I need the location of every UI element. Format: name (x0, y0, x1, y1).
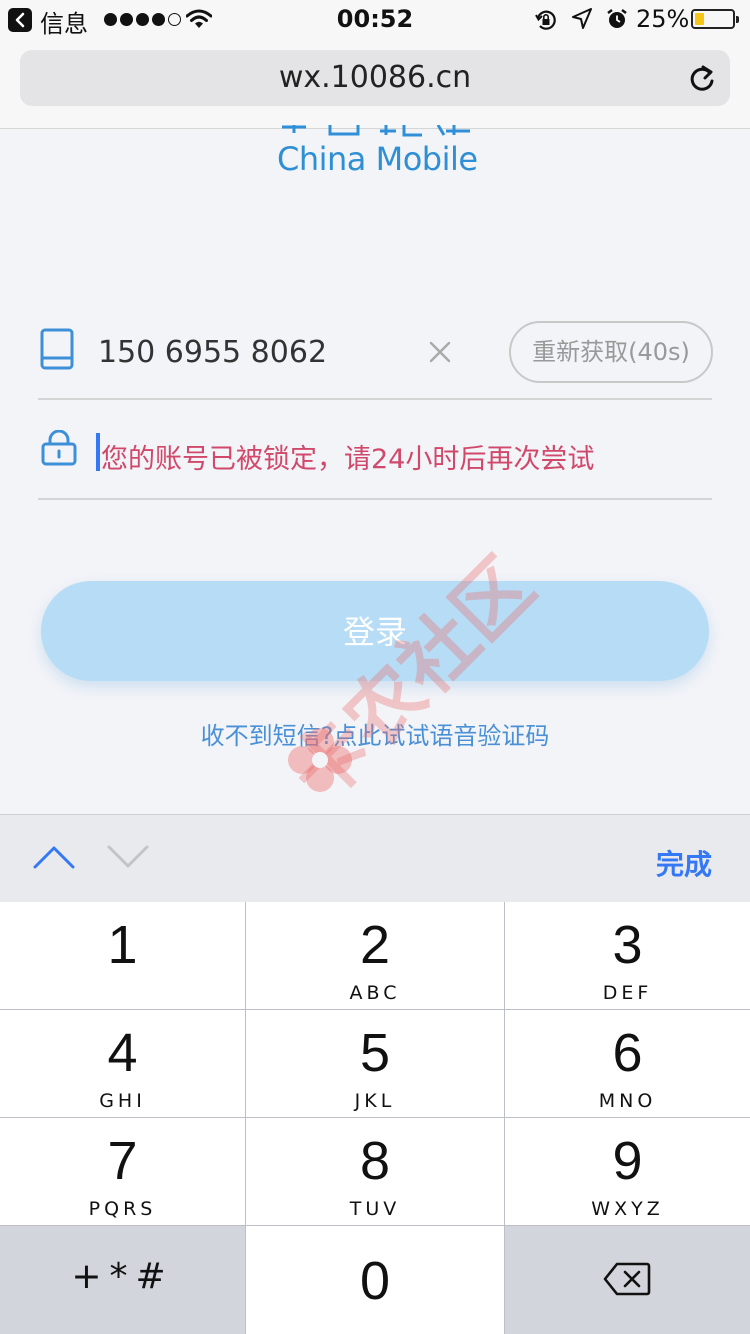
key-7[interactable]: 7 PQRS (0, 1118, 245, 1225)
key-8[interactable]: 8 TUV (246, 1118, 504, 1225)
phone-icon (40, 328, 74, 370)
key-symbols[interactable]: +*# (0, 1226, 245, 1334)
done-button[interactable]: 完成 (656, 843, 712, 883)
battery-percent: 25% (636, 5, 690, 33)
rotation-lock-icon (535, 10, 556, 30)
numeric-keypad: 1 2 ABC 3 DEF 4 GHI 5 JKL 6 MNO 7 PQRS 8 TUV 9W… (0, 902, 750, 1334)
keyboard-accessory-bar: 完成 (0, 814, 750, 903)
key-5[interactable]: 5 JKL (246, 1010, 504, 1117)
key-delete[interactable] (505, 1226, 750, 1334)
clear-icon[interactable] (428, 340, 452, 364)
location-icon (572, 8, 592, 29)
status-bar: 信息 00:52 25% (0, 0, 750, 40)
key-9[interactable]: 9 WXYZ (505, 1118, 750, 1225)
login-button[interactable]: 登录 (41, 581, 709, 681)
divider (38, 498, 712, 500)
china-mobile-logo: China Mobile (277, 140, 478, 178)
alarm-icon (607, 9, 627, 28)
key-6[interactable]: 6 MNO (505, 1010, 750, 1117)
key-3[interactable]: 3 DEF (505, 902, 750, 1009)
address-bar[interactable]: wx.10086.cn (20, 50, 730, 106)
backspace-icon (603, 1262, 651, 1296)
chevron-down-icon[interactable] (106, 843, 150, 871)
phone-number-input[interactable]: 150 6955 8062 (98, 335, 327, 370)
key-0[interactable]: 0 (246, 1226, 504, 1334)
logo-chinese-cropped (282, 124, 472, 138)
key-4[interactable]: 4 GHI (0, 1010, 245, 1117)
verification-code-input[interactable]: 您的账号已被锁定，请24小时后再次尝试 (101, 437, 594, 476)
key-2[interactable]: 2 ABC (246, 902, 504, 1009)
battery-icon (691, 9, 739, 29)
key-1[interactable]: 1 (0, 902, 245, 1009)
url-text[interactable]: wx.10086.cn (20, 60, 730, 95)
browser-toolbar: wx.10086.cn (0, 40, 750, 129)
resend-code-button[interactable]: 重新获取(40s) (509, 321, 713, 383)
voice-code-link[interactable]: 收不到短信?点此试试语音验证码 (0, 716, 750, 751)
lock-icon (41, 430, 77, 466)
reload-icon[interactable] (688, 64, 716, 94)
chevron-up-icon[interactable] (32, 843, 76, 871)
text-cursor (96, 433, 100, 471)
divider (38, 398, 712, 400)
